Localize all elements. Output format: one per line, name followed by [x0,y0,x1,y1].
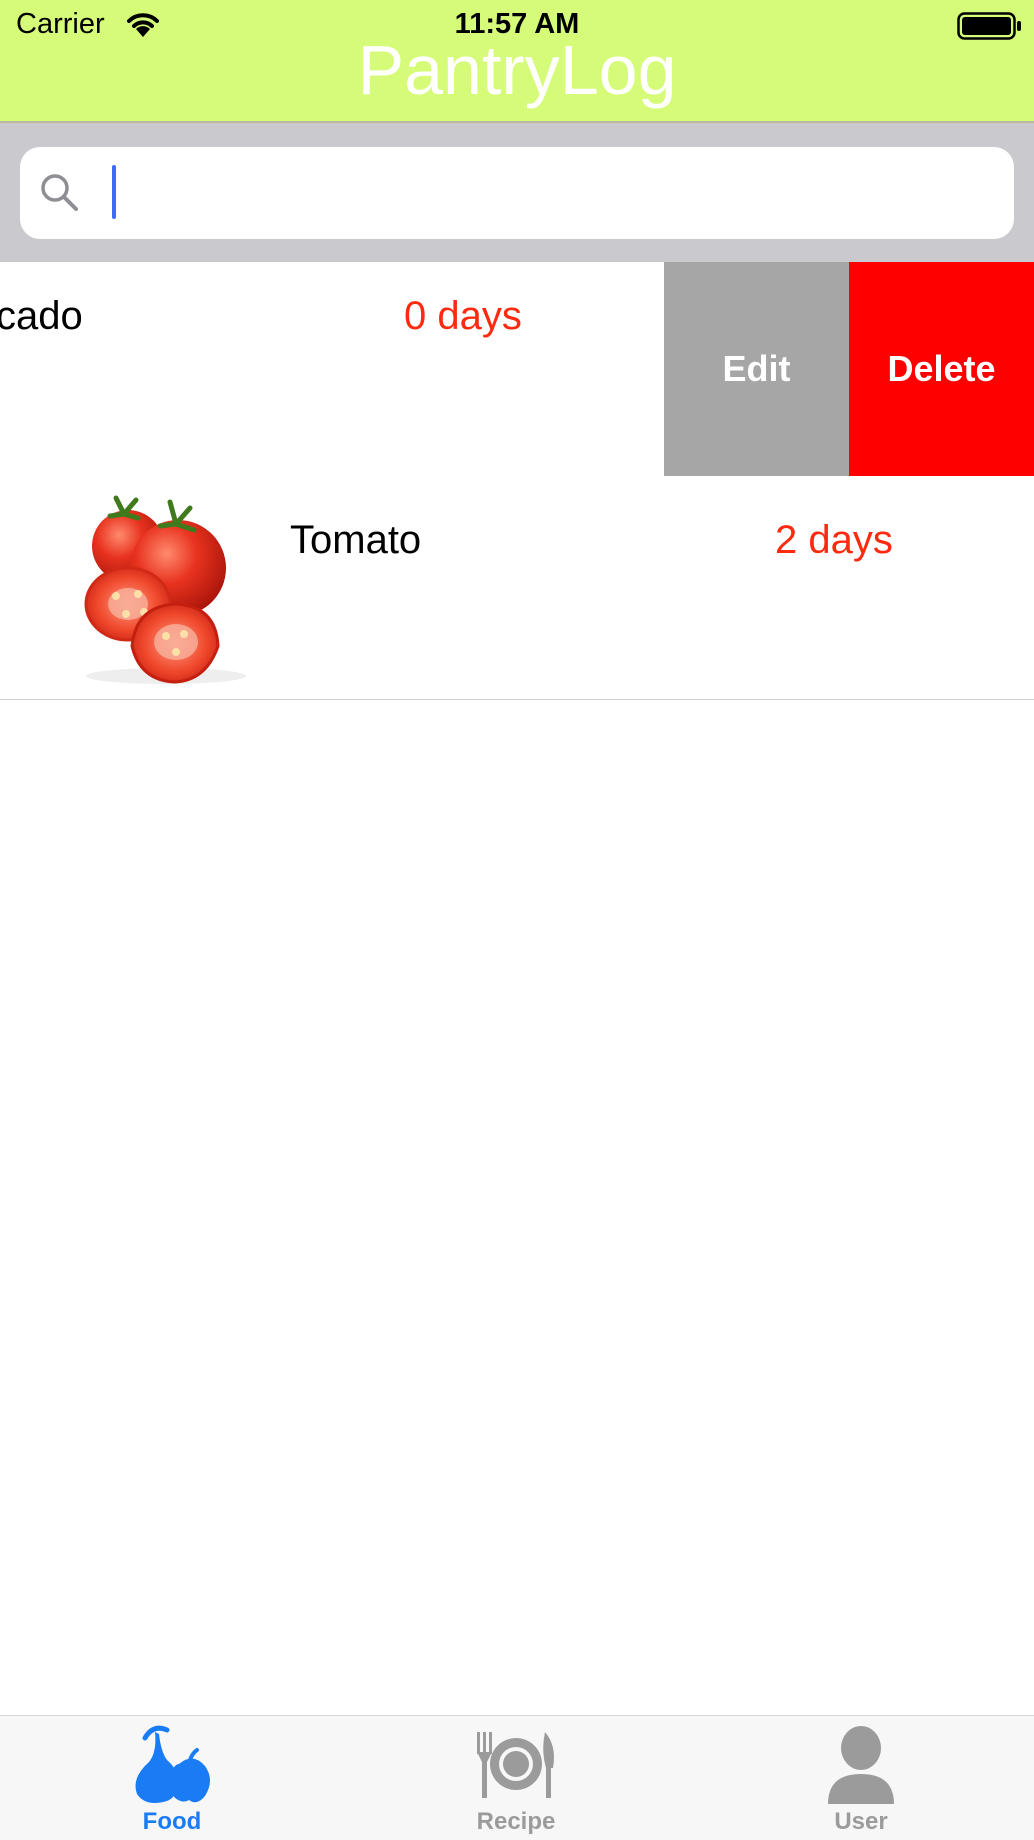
days-remaining: 2 days [775,518,893,562]
nav-header: Carrier 11:57 AM PantryLog [0,0,1034,121]
search-bar [0,123,1034,262]
page-title: PantryLog [357,31,677,109]
tab-recipe[interactable]: Recipe [344,1716,688,1840]
tomato-image [84,495,246,684]
edit-button[interactable]: Edit [664,262,849,476]
tab-bar: Food Recipe User [0,1715,1034,1840]
tab-user-label: User [834,1808,888,1835]
edit-button-label: Edit [722,348,791,389]
delete-button-label: Delete [887,348,996,389]
food-name: Tomato [290,518,422,562]
delete-button[interactable]: Delete [849,262,1034,476]
tab-recipe-label: Recipe [476,1808,556,1835]
food-icon [135,1725,210,1803]
tab-food-label: Food [142,1808,202,1835]
tab-user[interactable]: User [689,1716,1033,1840]
row-divider [0,699,1034,700]
search-icon [41,174,78,211]
food-name: cado [0,294,83,338]
search-field[interactable] [20,147,1014,239]
search-input[interactable] [108,163,992,225]
tab-food[interactable]: Food [0,1716,344,1840]
text-caret [112,165,116,219]
user-icon [828,1726,894,1804]
days-remaining: 0 days [404,294,522,338]
list-item[interactable]: cado 0 days Edit Delete [0,262,1034,476]
list-item[interactable]: Tomato 2 days [0,476,1034,699]
recipe-icon [477,1732,554,1798]
